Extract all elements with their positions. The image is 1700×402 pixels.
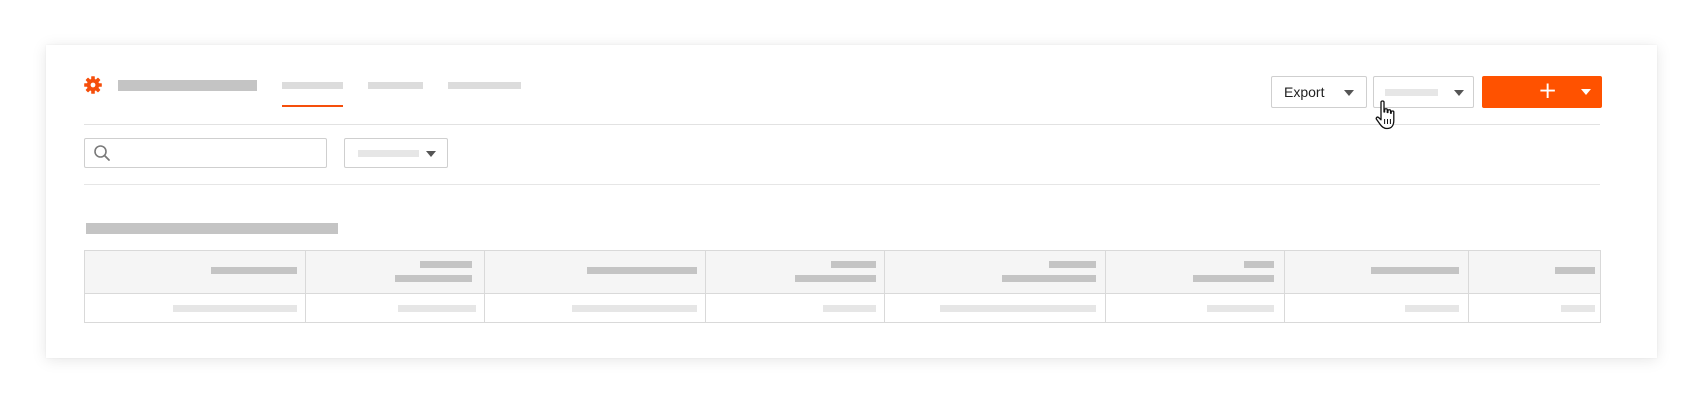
section-title <box>86 223 338 234</box>
column-header[interactable] <box>1244 261 1274 268</box>
tab-2[interactable] <box>368 82 423 89</box>
column-header[interactable] <box>211 267 297 274</box>
tab-active[interactable] <box>282 82 343 89</box>
table-cell <box>1405 305 1459 312</box>
plus-icon: + <box>1538 78 1558 104</box>
table-row[interactable] <box>85 294 1600 322</box>
table-cell <box>1561 305 1595 312</box>
active-tab-indicator <box>282 105 343 107</box>
chevron-down-icon <box>1454 90 1464 96</box>
table-cell <box>1207 305 1274 312</box>
search-input[interactable] <box>84 138 327 168</box>
column-header[interactable] <box>1555 267 1595 274</box>
hand-pointer-icon <box>1375 100 1395 130</box>
table-cell <box>940 305 1096 312</box>
column-header[interactable] <box>831 261 876 268</box>
column-header[interactable] <box>1049 261 1096 268</box>
export-button[interactable]: Export <box>1271 76 1367 108</box>
column-header[interactable] <box>1002 275 1096 282</box>
table-cell <box>173 305 297 312</box>
filter-dropdown[interactable] <box>344 138 448 168</box>
column-header[interactable] <box>587 267 697 274</box>
page-title <box>118 80 257 91</box>
chevron-down-icon <box>1344 90 1354 96</box>
search-icon <box>94 145 110 161</box>
table-cell <box>398 305 476 312</box>
table-cell <box>572 305 697 312</box>
column-header[interactable] <box>1371 267 1459 274</box>
header-divider <box>84 124 1600 125</box>
column-header[interactable] <box>395 275 472 282</box>
data-table <box>84 250 1601 323</box>
chevron-down-icon[interactable] <box>1581 89 1591 95</box>
column-header[interactable] <box>1193 275 1274 282</box>
column-header[interactable] <box>420 261 472 268</box>
chevron-down-icon <box>426 151 436 157</box>
filter-divider <box>84 184 1600 185</box>
tab-3[interactable] <box>448 82 521 89</box>
filter-dropdown-value <box>358 150 419 157</box>
gear-icon <box>84 76 102 94</box>
view-select-value <box>1385 89 1438 96</box>
main-card: Export + <box>46 45 1657 358</box>
export-button-label: Export <box>1284 84 1325 100</box>
create-button[interactable]: + <box>1482 76 1602 108</box>
column-header[interactable] <box>795 275 876 282</box>
table-cell <box>823 305 876 312</box>
